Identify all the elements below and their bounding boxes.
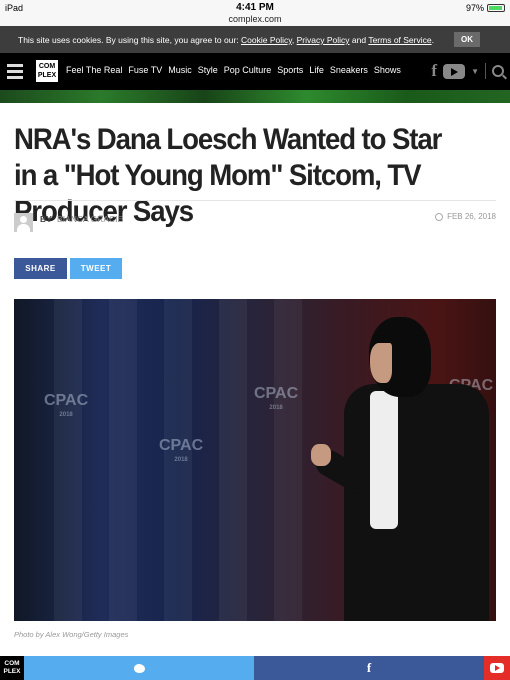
battery-percent: 97% (465, 3, 484, 13)
nav-item-fuse-tv[interactable]: Fuse TV (128, 65, 162, 75)
byline: BY BIANCA GRACIE (40, 214, 124, 224)
twitter-icon (133, 663, 145, 673)
complex-logo[interactable]: COM PLEX (0, 656, 24, 680)
terms-of-service-link[interactable]: Terms of Service (368, 35, 431, 45)
facebook-icon: f (366, 660, 372, 675)
author-avatar[interactable] (14, 213, 33, 232)
privacy-policy-link[interactable]: Privacy Policy (297, 35, 350, 45)
nav-item-music[interactable]: Music (168, 65, 192, 75)
nav-divider (485, 63, 486, 79)
cookie-policy-link[interactable]: Cookie Policy (241, 35, 292, 45)
article-hero-photo[interactable]: CPAC2018 CPAC2018 CPAC2018 CPAC2018 (14, 299, 496, 621)
nav-item-pop-culture[interactable]: Pop Culture (224, 65, 272, 75)
publish-date: FEB 26, 2018 (435, 212, 496, 221)
search-icon[interactable] (492, 65, 504, 77)
menu-icon[interactable] (7, 64, 23, 82)
cpac-sign: CPAC2018 (254, 385, 299, 412)
promo-banner-strip[interactable] (0, 90, 510, 103)
cpac-sign: CPAC2018 (44, 392, 89, 419)
photo-caption: Photo by Alex Wong/Getty Images (14, 630, 129, 639)
nav-right: f ▼ (431, 61, 504, 81)
nav-item-feel-the-real[interactable]: Feel The Real (66, 65, 122, 75)
address-bar-url[interactable]: complex.com (0, 14, 510, 24)
facebook-share-bar-button[interactable]: f (254, 656, 484, 680)
sticky-share-bar: COM PLEX f (0, 656, 510, 680)
title-divider (14, 200, 496, 201)
nav-item-style[interactable]: Style (198, 65, 218, 75)
youtube-button[interactable] (484, 656, 510, 680)
facebook-share-button[interactable]: SHARE (14, 258, 67, 279)
complex-logo[interactable]: COM PLEX (36, 60, 58, 82)
nav-links: Feel The Real Fuse TV Music Style Pop Cu… (66, 65, 401, 75)
status-time: 4:41 PM (236, 2, 274, 13)
twitter-share-button[interactable] (24, 656, 254, 680)
chevron-down-icon[interactable]: ▼ (471, 67, 479, 76)
nav-item-shows[interactable]: Shows (374, 65, 401, 75)
site-nav: COM PLEX Feel The Real Fuse TV Music Sty… (0, 53, 510, 90)
clock-icon (435, 212, 444, 221)
cookie-message: This site uses cookies. By using this si… (18, 35, 434, 45)
cookie-ok-button[interactable]: OK (454, 32, 480, 47)
nav-item-sneakers[interactable]: Sneakers (330, 65, 368, 75)
youtube-icon (490, 663, 504, 673)
cpac-sign: CPAC2018 (159, 437, 204, 464)
tweet-button[interactable]: TWEET (70, 258, 122, 279)
author-name[interactable]: BIANCA GRACIE (57, 214, 123, 224)
nav-item-sports[interactable]: Sports (277, 65, 303, 75)
cookie-banner: This site uses cookies. By using this si… (0, 26, 510, 53)
youtube-icon[interactable] (443, 63, 466, 79)
ios-status-bar: iPad 4:41 PM complex.com 97% (0, 0, 510, 26)
nav-item-life[interactable]: Life (309, 65, 324, 75)
speaker-figure (344, 384, 489, 621)
facebook-icon[interactable]: f (431, 61, 437, 81)
status-right: 97% (466, 3, 505, 13)
battery-icon (487, 4, 505, 12)
